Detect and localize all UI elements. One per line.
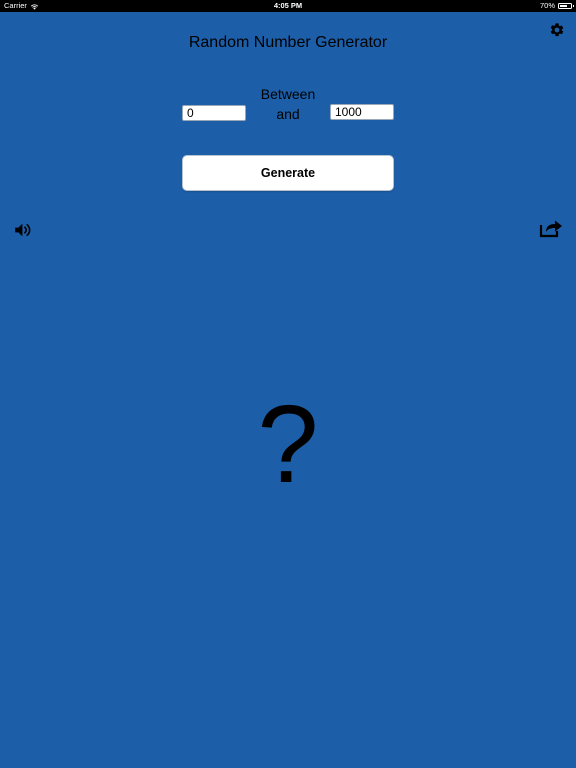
battery-percent: 70% <box>539 1 555 10</box>
min-number-input[interactable] <box>182 105 246 121</box>
battery-tip <box>572 5 574 7</box>
speaker-icon[interactable] <box>14 222 34 238</box>
status-bar: Carrier 4:05 PM 70% <box>0 0 576 12</box>
between-label: Between <box>260 86 316 102</box>
result-display: ? <box>257 383 319 506</box>
page-title: Random Number Generator <box>188 34 388 51</box>
battery-icon <box>558 3 574 9</box>
status-time: 4:05 PM <box>273 1 303 10</box>
generate-button[interactable]: Generate <box>182 155 394 191</box>
battery-fill <box>560 5 567 7</box>
max-number-input[interactable] <box>330 104 394 120</box>
share-icon[interactable] <box>539 218 563 238</box>
status-battery-group: 70% <box>539 0 574 12</box>
and-label: and <box>276 106 300 122</box>
